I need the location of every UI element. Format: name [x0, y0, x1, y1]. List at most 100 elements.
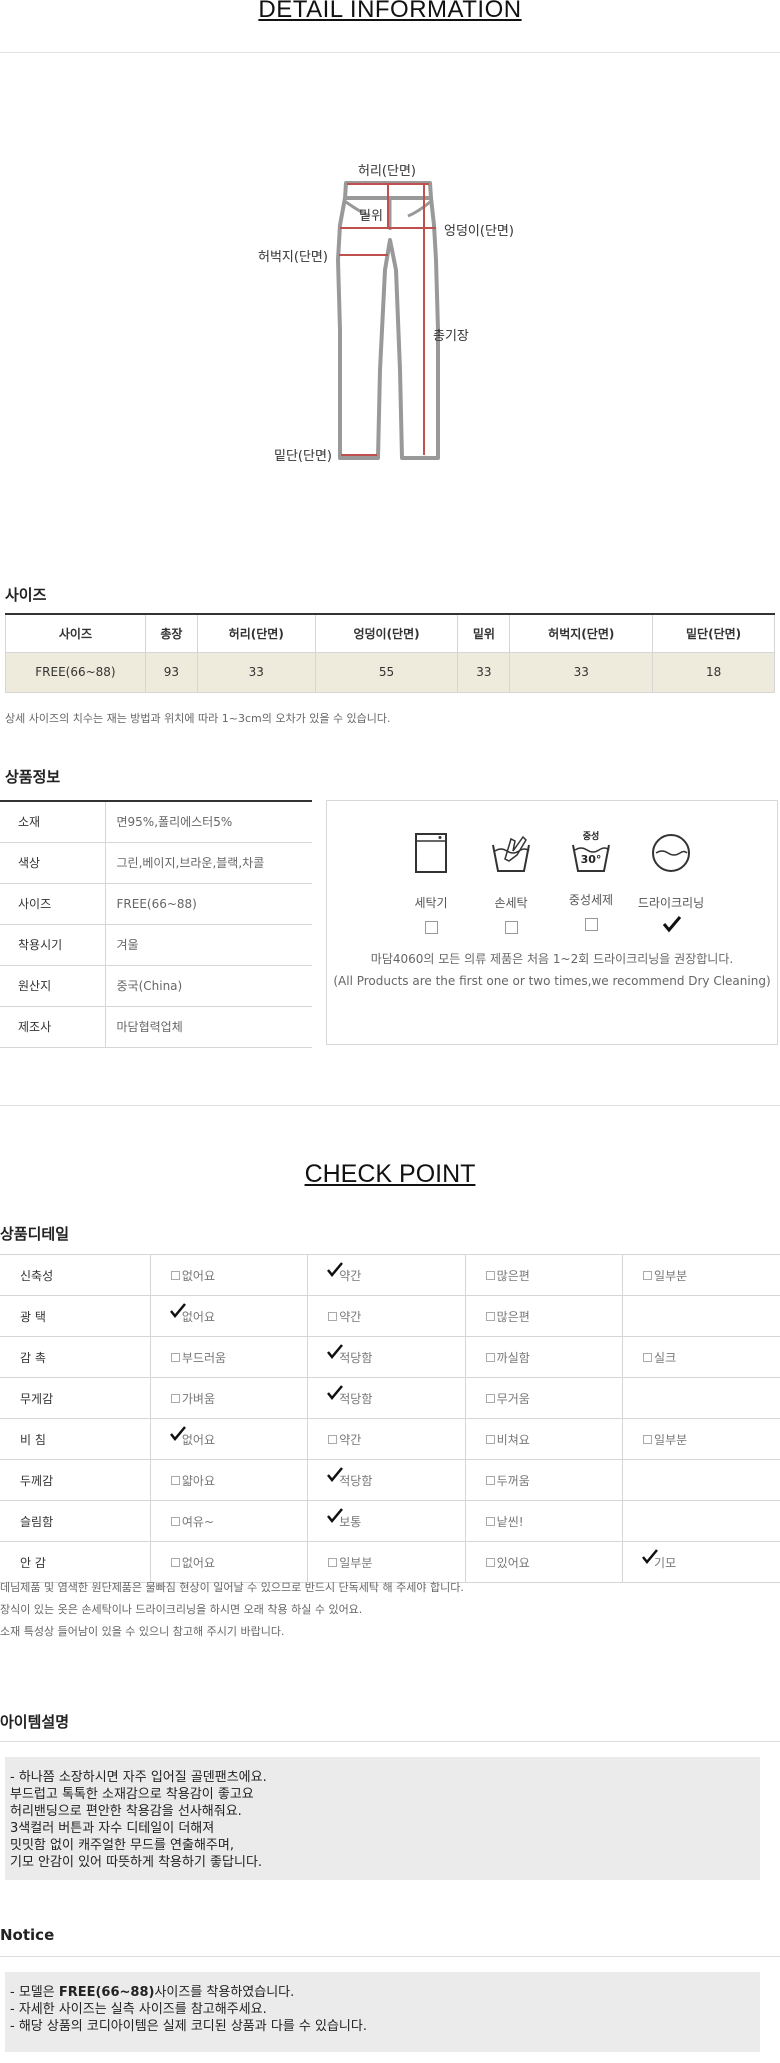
care-label: 세탁기: [414, 896, 448, 910]
notice-line: - 해당 상품의 코디아이템은 실제 코디된 상품과 다를 수 있습니다.: [10, 2019, 367, 2034]
checkmark-icon: [169, 1302, 186, 1318]
checkbox: [643, 1270, 653, 1280]
checkbox-checked: [327, 1261, 344, 1280]
check-option-cell: 여유~: [150, 1500, 309, 1542]
size-header-cell: 총장: [144, 613, 198, 653]
checkbox: [170, 1352, 180, 1362]
check-option-cell: [622, 1377, 780, 1419]
check-option-label: 많은편: [496, 1309, 530, 1324]
info-key: 사이즈: [0, 883, 106, 925]
checkbox: [170, 1516, 180, 1526]
check-option-label: 없어요: [181, 1432, 215, 1447]
check-option: 약간: [328, 1308, 361, 1325]
check-row-key: 두께감: [0, 1459, 151, 1501]
check-option-label: 없어요: [181, 1555, 215, 1570]
check-option-cell: 부드러움: [150, 1336, 309, 1378]
check-option-label: 까실함: [496, 1350, 530, 1365]
check-option-cell: 있어요: [465, 1541, 624, 1583]
diagram-label-hem: 밑단(단면): [274, 449, 332, 464]
check-option: 없어요: [170, 1554, 215, 1571]
checkbox: [328, 1434, 338, 1444]
info-value: FREE(66~88): [105, 883, 312, 925]
check-option: 일부분: [328, 1554, 372, 1571]
pants-size-diagram: 허리(단면) 밑위 엉덩이(단면) 허벅지(단면) 총기장 밑단(단면): [240, 150, 540, 480]
check-point-notes: 데님제품 및 염색한 원단제품은 물빠짐 현상이 일어날 수 있으므로 반드시 …: [0, 1577, 464, 1643]
check-option-cell: 일부분: [622, 1254, 780, 1296]
check-option-label: 약간: [339, 1432, 362, 1447]
item-description-line: 기모 안감이 있어 따뜻하게 착용하기 좋답니다.: [10, 1855, 263, 1870]
info-key: 원산지: [0, 965, 106, 1007]
check-option: 부드러움: [170, 1349, 226, 1366]
notice-title: Notice: [0, 1926, 55, 1944]
care-instructions-box: 세탁기 손세탁 중성 30° 중성세제 드라이크리닝 마담4060의 모든 의류…: [326, 800, 778, 1045]
checkbox: [485, 1475, 495, 1485]
size-cell: 33: [509, 651, 654, 693]
check-option-label: 일부분: [339, 1555, 373, 1570]
item-description-box: - 하나쯤 소장하시면 자주 입어질 골덴팬츠에요. 부드럽고 톡톡한 소재감으로…: [5, 1757, 760, 1880]
check-row-key: 광 택: [0, 1295, 151, 1337]
checkbox: [170, 1393, 180, 1403]
pants-illustration: [336, 181, 440, 460]
check-option-cell: 일부분: [622, 1418, 780, 1460]
check-option-label: 없어요: [181, 1268, 215, 1283]
info-value: 마담협력업체: [105, 1006, 312, 1048]
detergent-tag: 중성: [582, 832, 600, 842]
size-table-header: 사이즈 총장 허리(단면) 엉덩이(단면) 밑위 허벅지(단면) 밑단(단면): [5, 613, 775, 653]
checkbox-checked: [642, 1548, 659, 1567]
checkbox: [170, 1270, 180, 1280]
check-option-label: 일부분: [654, 1268, 688, 1283]
divider: [0, 1956, 780, 1957]
checkbox: [170, 1475, 180, 1485]
check-option: 일부분: [643, 1267, 687, 1284]
care-item-hand-wash: 손세탁: [471, 831, 551, 934]
check-option: 없어요: [169, 1425, 215, 1448]
info-value: 중국(China): [105, 965, 312, 1007]
check-option-cell: 무거움: [465, 1377, 624, 1419]
diagram-label-hip: 엉덩이(단면): [444, 224, 514, 239]
checkbox-checked: [327, 1466, 344, 1485]
care-note-en: (All Products are the first one or two t…: [333, 974, 771, 988]
check-row: 무게감 가벼움 적당함 무거움: [0, 1377, 780, 1419]
checkbox: [485, 1557, 495, 1567]
item-description-line: - 하나쯤 소장하시면 자주 입어질 골덴팬츠에요.: [10, 1770, 267, 1785]
item-description-line: 3색컬러 버튼과 자수 디테일이 더해져: [10, 1821, 215, 1836]
size-cell: 33: [196, 651, 316, 693]
check-option: 가벼움: [170, 1390, 215, 1407]
check-option-cell: 적당함: [307, 1377, 466, 1419]
diagram-label-rise: 밑위: [359, 209, 383, 224]
check-option-label: 있어요: [496, 1555, 530, 1570]
checkbox: [328, 1557, 338, 1567]
check-option: 약간: [327, 1261, 361, 1284]
notice-text: 사이즈를 착용하였습니다.: [154, 1985, 295, 2000]
check-option-label: 적당함: [339, 1350, 373, 1365]
check-option-cell: 많은편: [465, 1254, 624, 1296]
checkbox: [485, 1352, 495, 1362]
check-option-cell: 비쳐요: [465, 1418, 624, 1460]
note-line: 데님제품 및 염색한 원단제품은 물빠짐 현상이 일어날 수 있으므로 반드시 …: [0, 1581, 464, 1594]
note-line: 장식이 있는 옷은 손세탁이나 드라이크리닝을 하시면 오래 착용 하실 수 있…: [0, 1603, 363, 1616]
checkmark-icon: [327, 1384, 344, 1400]
product-info-table: 소재 면95%,폴리에스터5% 색상 그린,베이지,브라운,블랙,차콜 사이즈 FRE…: [0, 800, 312, 1048]
check-point-table: 신축성 없어요 약간 많은편 일부분 광 택 없어요 약간 많은편 감 촉 부드러움 적당함 까실함 실크…: [0, 1254, 780, 1583]
size-header-cell: 밑단(단면): [652, 613, 775, 653]
info-key: 제조사: [0, 1006, 106, 1048]
checkbox-checked: [327, 1343, 344, 1362]
checkbox: [485, 1311, 495, 1321]
size-cell: 18: [652, 651, 775, 693]
check-row-key: 무게감: [0, 1377, 151, 1419]
check-option: 보통: [327, 1507, 361, 1530]
checkbox: [170, 1557, 180, 1567]
notice-line: - 모델은 FREE(66~88)사이즈를 착용하였습니다.: [10, 1984, 755, 2001]
checkbox: [485, 1434, 495, 1444]
checkbox: [485, 1393, 495, 1403]
care-checkbox: [504, 921, 518, 934]
info-row: 소재 면95%,폴리에스터5%: [0, 801, 312, 843]
item-description-line: 밋밋함 없이 캐주얼한 무드를 연출해주며,: [10, 1838, 234, 1853]
check-option: 낱씬!: [485, 1513, 524, 1530]
check-option-label: 약간: [339, 1309, 362, 1324]
check-option-cell: 보통: [307, 1500, 466, 1542]
neutral-detergent-icon: 중성 30°: [569, 831, 613, 875]
checkmark-icon: [327, 1261, 344, 1277]
check-row: 광 택 없어요 약간 많은편: [0, 1295, 780, 1337]
check-option-cell: 약간: [307, 1295, 466, 1337]
